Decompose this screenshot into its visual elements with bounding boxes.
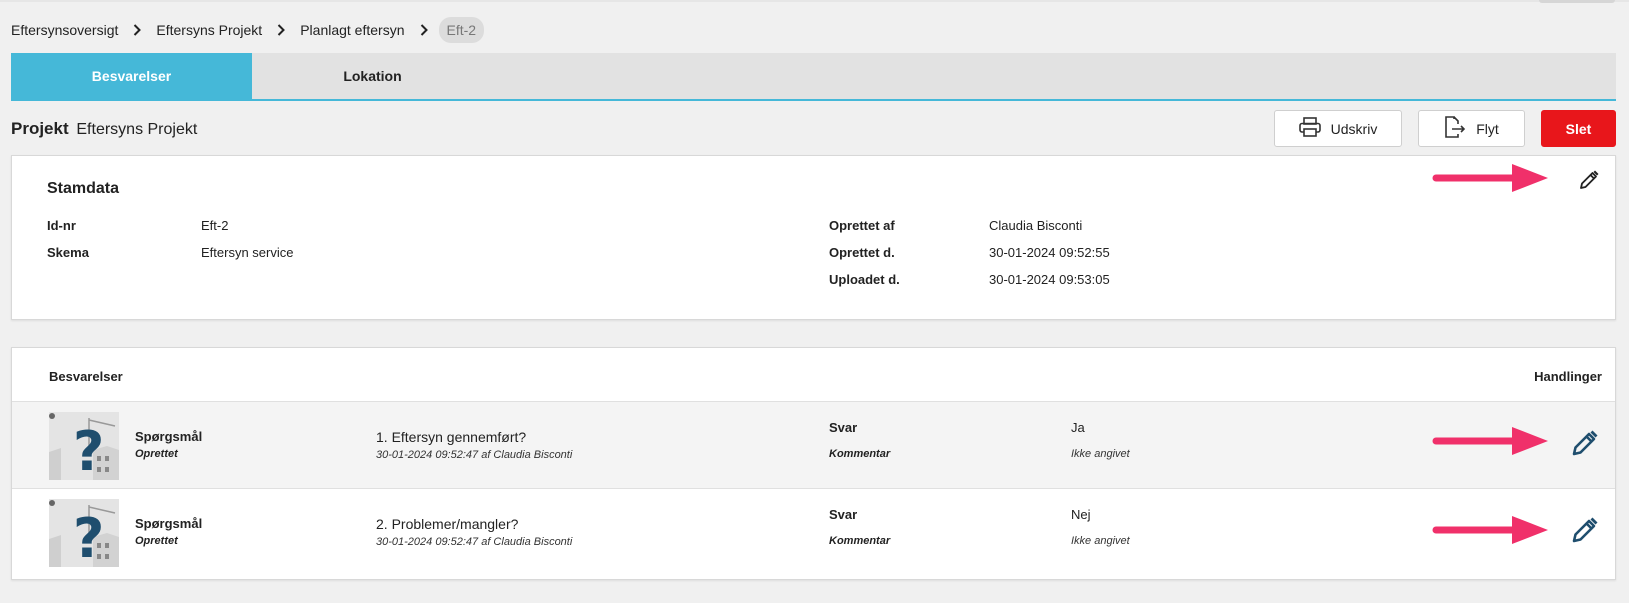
stamdata-card: Stamdata Id-nr Eft-2 Skema Eftersyn serv… <box>11 155 1616 320</box>
breadcrumb-item-planlagt-eftersyn[interactable]: Planlagt eftersyn <box>300 22 404 38</box>
row-question: 1. Eftersyn gennemført? <box>376 429 527 445</box>
chevron-right-icon <box>272 23 290 37</box>
tab-lokation[interactable]: Lokation <box>252 53 493 99</box>
pencil-icon <box>1579 170 1599 195</box>
row-svar-value: Ja <box>1071 420 1085 435</box>
row-status: Oprettet <box>135 535 178 547</box>
move-file-icon <box>1444 116 1466 141</box>
breadcrumb-item-eftersyns-projekt[interactable]: Eftersyns Projekt <box>156 22 262 38</box>
top-border <box>0 0 1629 2</box>
pencil-icon <box>1571 516 1599 549</box>
print-button-label: Udskriv <box>1330 120 1378 137</box>
table-row: ? Spørgsmål Oprettet 2. Problemer/mangle… <box>12 488 1615 575</box>
field-value: Eftersyn service <box>201 245 294 260</box>
chevron-right-icon <box>128 23 146 37</box>
stamdata-title: Stamdata <box>47 180 120 197</box>
row-svar-label: Svar <box>829 507 858 522</box>
field-value: Eft-2 <box>201 218 229 233</box>
row-kommentar-value: Ikke angivet <box>1071 535 1130 547</box>
column-header-besvarelser: Besvarelser <box>49 369 123 384</box>
move-button[interactable]: Flyt <box>1418 110 1525 147</box>
row-question: 2. Problemer/mangler? <box>376 516 519 532</box>
field-label: Skema <box>47 245 89 260</box>
arrow-right-icon <box>1432 516 1548 544</box>
printer-icon <box>1298 117 1321 140</box>
field-value: 30-01-2024 09:52:55 <box>989 245 1110 260</box>
top-right-handle <box>1539 0 1615 3</box>
print-button[interactable]: Udskriv <box>1274 110 1402 147</box>
tab-besvarelser[interactable]: Besvarelser <box>11 53 252 99</box>
question-mark-image: ? <box>49 412 119 480</box>
page-title: Projekt Eftersyns Projekt <box>11 119 197 139</box>
svg-text:?: ? <box>73 507 104 567</box>
move-button-label: Flyt <box>1476 120 1499 137</box>
row-type: Spørgsmål <box>135 429 203 444</box>
breadcrumb: Eftersynsoversigt Eftersyns Projekt Plan… <box>11 15 485 45</box>
besvarelser-card: Besvarelser Handlinger ? Spørgsmål Opret… <box>11 347 1616 580</box>
breadcrumb-item-eftersynsoversigt[interactable]: Eftersynsoversigt <box>11 22 118 38</box>
edit-row-button[interactable] <box>1570 430 1600 460</box>
row-kommentar-label: Kommentar <box>829 535 891 547</box>
arrow-right-icon <box>1432 164 1548 192</box>
row-meta: 30-01-2024 09:52:47 af Claudia Bisconti <box>376 536 573 548</box>
field-value: 30-01-2024 09:53:05 <box>989 272 1110 287</box>
edit-stamdata-button[interactable] <box>1577 170 1601 194</box>
pencil-icon <box>1571 429 1599 462</box>
svg-text:?: ? <box>73 420 104 480</box>
row-meta: 30-01-2024 09:52:47 af Claudia Bisconti <box>376 449 573 461</box>
table-row: ? Spørgsmål Oprettet 1. Eftersyn gennemf… <box>12 401 1615 488</box>
row-svar-value: Nej <box>1071 507 1091 522</box>
field-label: Oprettet d. <box>829 245 895 260</box>
field-value: Claudia Bisconti <box>989 218 1083 233</box>
chevron-right-icon <box>415 23 433 37</box>
row-kommentar-value: Ikke angivet <box>1071 448 1130 460</box>
field-label: Uploadet d. <box>829 272 900 287</box>
column-header-handlinger: Handlinger <box>1534 369 1602 384</box>
project-label: Projekt <box>11 119 69 138</box>
field-label: Oprettet af <box>829 218 895 233</box>
row-kommentar-label: Kommentar <box>829 448 891 460</box>
row-status: Oprettet <box>135 448 178 460</box>
question-mark-image: ? <box>49 499 119 567</box>
tab-bar: Besvarelser Lokation <box>11 53 1616 101</box>
delete-button[interactable]: Slet <box>1541 110 1616 147</box>
arrow-right-icon <box>1432 427 1548 455</box>
besvarelser-header: Besvarelser Handlinger <box>12 348 1615 401</box>
project-name: Eftersyns Projekt <box>76 121 198 138</box>
field-label: Id-nr <box>47 218 76 233</box>
row-type: Spørgsmål <box>135 516 203 531</box>
breadcrumb-current: Eft-2 <box>438 17 485 43</box>
row-svar-label: Svar <box>829 420 858 435</box>
edit-row-button[interactable] <box>1570 517 1600 547</box>
